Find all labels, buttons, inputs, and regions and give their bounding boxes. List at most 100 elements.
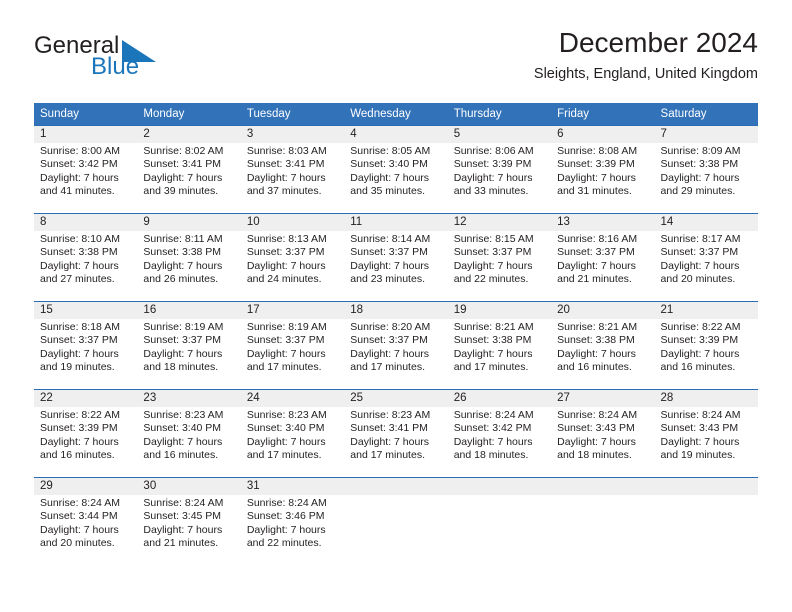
- day-cell[interactable]: 20 Sunrise: 8:21 AM Sunset: 3:38 PM Dayl…: [551, 302, 654, 389]
- logo-text-blue: Blue: [91, 53, 140, 80]
- day-number: 16: [143, 304, 157, 316]
- daylight-text-line1: Daylight: 7 hours: [350, 171, 430, 184]
- day-cell[interactable]: 8 Sunrise: 8:10 AM Sunset: 3:38 PM Dayli…: [34, 214, 137, 301]
- day-cell[interactable]: 26 Sunrise: 8:24 AM Sunset: 3:42 PM Dayl…: [448, 390, 551, 477]
- daylight-text-line1: Daylight: 7 hours: [453, 259, 533, 272]
- day-number: 23: [143, 392, 157, 404]
- day-cell[interactable]: 22 Sunrise: 8:22 AM Sunset: 3:39 PM Dayl…: [34, 390, 137, 477]
- day-cell[interactable]: 27 Sunrise: 8:24 AM Sunset: 3:43 PM Dayl…: [551, 390, 654, 477]
- day-number: 19: [453, 304, 467, 316]
- sunset-text: Sunset: 3:39 PM: [660, 334, 739, 347]
- day-cell[interactable]: 12 Sunrise: 8:15 AM Sunset: 3:37 PM Dayl…: [448, 214, 551, 301]
- daylight-text-line2: and 22 minutes.: [246, 537, 322, 550]
- daylight-text-line2: and 17 minutes.: [246, 449, 322, 462]
- day-cell-empty: [551, 478, 654, 565]
- daylight-text-line1: Daylight: 7 hours: [40, 435, 119, 448]
- day-cell[interactable]: 14 Sunrise: 8:17 AM Sunset: 3:37 PM Dayl…: [655, 214, 758, 301]
- day-info: Sunrise: 8:06 AM Sunset: 3:39 PM Dayligh…: [454, 145, 548, 199]
- sunset-text: Sunset: 3:38 PM: [557, 334, 635, 347]
- day-cell[interactable]: 21 Sunrise: 8:22 AM Sunset: 3:39 PM Dayl…: [655, 302, 758, 389]
- sunset-text: Sunset: 3:37 PM: [40, 334, 118, 347]
- daylight-text-line2: and 17 minutes.: [350, 361, 425, 374]
- day-info: Sunrise: 8:21 AM Sunset: 3:38 PM Dayligh…: [454, 321, 548, 375]
- weekday-header-friday: Friday: [557, 108, 590, 120]
- sunset-text: Sunset: 3:37 PM: [453, 246, 532, 259]
- day-info: Sunrise: 8:18 AM Sunset: 3:37 PM Dayligh…: [40, 321, 134, 375]
- daylight-text-line2: and 26 minutes.: [143, 273, 219, 286]
- day-cell[interactable]: 2 Sunrise: 8:02 AM Sunset: 3:41 PM Dayli…: [137, 126, 240, 213]
- day-cell[interactable]: 9 Sunrise: 8:11 AM Sunset: 3:38 PM Dayli…: [137, 214, 240, 301]
- daylight-text-line1: Daylight: 7 hours: [40, 171, 119, 184]
- day-number: 14: [660, 216, 674, 228]
- daylight-text-line2: and 39 minutes.: [143, 185, 219, 198]
- sunset-text: Sunset: 3:41 PM: [143, 158, 222, 171]
- sunset-text: Sunset: 3:37 PM: [350, 334, 428, 347]
- day-info: Sunrise: 8:08 AM Sunset: 3:39 PM Dayligh…: [557, 145, 651, 199]
- sunset-text: Sunset: 3:38 PM: [660, 158, 739, 171]
- day-number: 1: [40, 128, 47, 140]
- day-cell[interactable]: 6 Sunrise: 8:08 AM Sunset: 3:39 PM Dayli…: [551, 126, 654, 213]
- sunrise-text: Sunrise: 8:18 AM: [40, 321, 120, 333]
- day-cell[interactable]: 30 Sunrise: 8:24 AM Sunset: 3:45 PM Dayl…: [137, 478, 240, 565]
- daylight-text-line2: and 21 minutes.: [557, 273, 632, 286]
- sunset-text: Sunset: 3:43 PM: [557, 422, 635, 435]
- day-number: 10: [246, 216, 260, 228]
- day-cell[interactable]: 10 Sunrise: 8:13 AM Sunset: 3:37 PM Dayl…: [241, 214, 344, 301]
- sunset-text: Sunset: 3:42 PM: [453, 422, 532, 435]
- day-number: 3: [246, 128, 254, 140]
- sunrise-text: Sunrise: 8:24 AM: [246, 497, 327, 509]
- day-cell[interactable]: 25 Sunrise: 8:23 AM Sunset: 3:41 PM Dayl…: [344, 390, 447, 477]
- day-cell[interactable]: 28 Sunrise: 8:24 AM Sunset: 3:43 PM Dayl…: [655, 390, 758, 477]
- sunset-text: Sunset: 3:37 PM: [557, 246, 635, 259]
- daylight-text-line1: Daylight: 7 hours: [350, 435, 430, 448]
- day-number: 12: [453, 216, 467, 228]
- day-cell[interactable]: 19 Sunrise: 8:21 AM Sunset: 3:38 PM Dayl…: [448, 302, 551, 389]
- day-number: 26: [453, 392, 467, 404]
- day-cell-empty: [655, 478, 758, 565]
- day-cell[interactable]: 4 Sunrise: 8:05 AM Sunset: 3:40 PM Dayli…: [344, 126, 447, 213]
- day-cell[interactable]: 15 Sunrise: 8:18 AM Sunset: 3:37 PM Dayl…: [34, 302, 137, 389]
- day-cell[interactable]: 23 Sunrise: 8:23 AM Sunset: 3:40 PM Dayl…: [137, 390, 240, 477]
- day-number: 24: [246, 392, 260, 404]
- sunset-text: Sunset: 3:38 PM: [40, 246, 118, 259]
- day-info: Sunrise: 8:19 AM Sunset: 3:37 PM Dayligh…: [247, 321, 341, 375]
- sunrise-text: Sunrise: 8:02 AM: [143, 145, 224, 157]
- daylight-text-line1: Daylight: 7 hours: [557, 259, 636, 272]
- day-cell[interactable]: 1 Sunrise: 8:00 AM Sunset: 3:42 PM Dayli…: [34, 126, 137, 213]
- day-info: Sunrise: 8:16 AM Sunset: 3:37 PM Dayligh…: [557, 233, 651, 287]
- daylight-text-line1: Daylight: 7 hours: [40, 259, 119, 272]
- day-info: Sunrise: 8:02 AM Sunset: 3:41 PM Dayligh…: [143, 145, 237, 199]
- day-info: Sunrise: 8:15 AM Sunset: 3:37 PM Dayligh…: [454, 233, 548, 287]
- sunset-text: Sunset: 3:37 PM: [246, 246, 325, 259]
- sunset-text: Sunset: 3:41 PM: [350, 422, 428, 435]
- sunrise-text: Sunrise: 8:00 AM: [40, 145, 120, 157]
- daylight-text-line2: and 20 minutes.: [40, 537, 115, 550]
- day-info: Sunrise: 8:00 AM Sunset: 3:42 PM Dayligh…: [40, 145, 134, 199]
- day-cell-empty: [344, 478, 447, 565]
- sunrise-text: Sunrise: 8:22 AM: [40, 409, 120, 421]
- day-number: 7: [660, 128, 667, 140]
- sunrise-text: Sunrise: 8:21 AM: [453, 321, 534, 333]
- day-cell[interactable]: 16 Sunrise: 8:19 AM Sunset: 3:37 PM Dayl…: [137, 302, 240, 389]
- day-cell[interactable]: 29 Sunrise: 8:24 AM Sunset: 3:44 PM Dayl…: [34, 478, 137, 565]
- day-cell[interactable]: 17 Sunrise: 8:19 AM Sunset: 3:37 PM Dayl…: [241, 302, 344, 389]
- day-cell[interactable]: 13 Sunrise: 8:16 AM Sunset: 3:37 PM Dayl…: [551, 214, 654, 301]
- day-cell[interactable]: 5 Sunrise: 8:06 AM Sunset: 3:39 PM Dayli…: [448, 126, 551, 213]
- day-number: 21: [660, 304, 674, 316]
- day-info: Sunrise: 8:24 AM Sunset: 3:42 PM Dayligh…: [454, 409, 548, 463]
- day-cell[interactable]: 7 Sunrise: 8:09 AM Sunset: 3:38 PM Dayli…: [655, 126, 758, 213]
- day-cell[interactable]: 3 Sunrise: 8:03 AM Sunset: 3:41 PM Dayli…: [241, 126, 344, 213]
- day-cell[interactable]: 31 Sunrise: 8:24 AM Sunset: 3:46 PM Dayl…: [241, 478, 344, 565]
- day-info: Sunrise: 8:24 AM Sunset: 3:43 PM Dayligh…: [557, 409, 651, 463]
- day-cell[interactable]: 24 Sunrise: 8:23 AM Sunset: 3:40 PM Dayl…: [241, 390, 344, 477]
- week-row: 15 Sunrise: 8:18 AM Sunset: 3:37 PM Dayl…: [34, 301, 758, 389]
- day-info: Sunrise: 8:14 AM Sunset: 3:37 PM Dayligh…: [350, 233, 444, 287]
- day-info: Sunrise: 8:13 AM Sunset: 3:37 PM Dayligh…: [247, 233, 341, 287]
- daylight-text-line2: and 16 minutes.: [143, 449, 219, 462]
- sunset-text: Sunset: 3:42 PM: [40, 158, 118, 171]
- daylight-text-line2: and 19 minutes.: [660, 449, 736, 462]
- day-info: Sunrise: 8:24 AM Sunset: 3:46 PM Dayligh…: [247, 497, 341, 551]
- sunrise-text: Sunrise: 8:11 AM: [143, 233, 223, 245]
- day-cell[interactable]: 11 Sunrise: 8:14 AM Sunset: 3:37 PM Dayl…: [344, 214, 447, 301]
- day-cell[interactable]: 18 Sunrise: 8:20 AM Sunset: 3:37 PM Dayl…: [344, 302, 447, 389]
